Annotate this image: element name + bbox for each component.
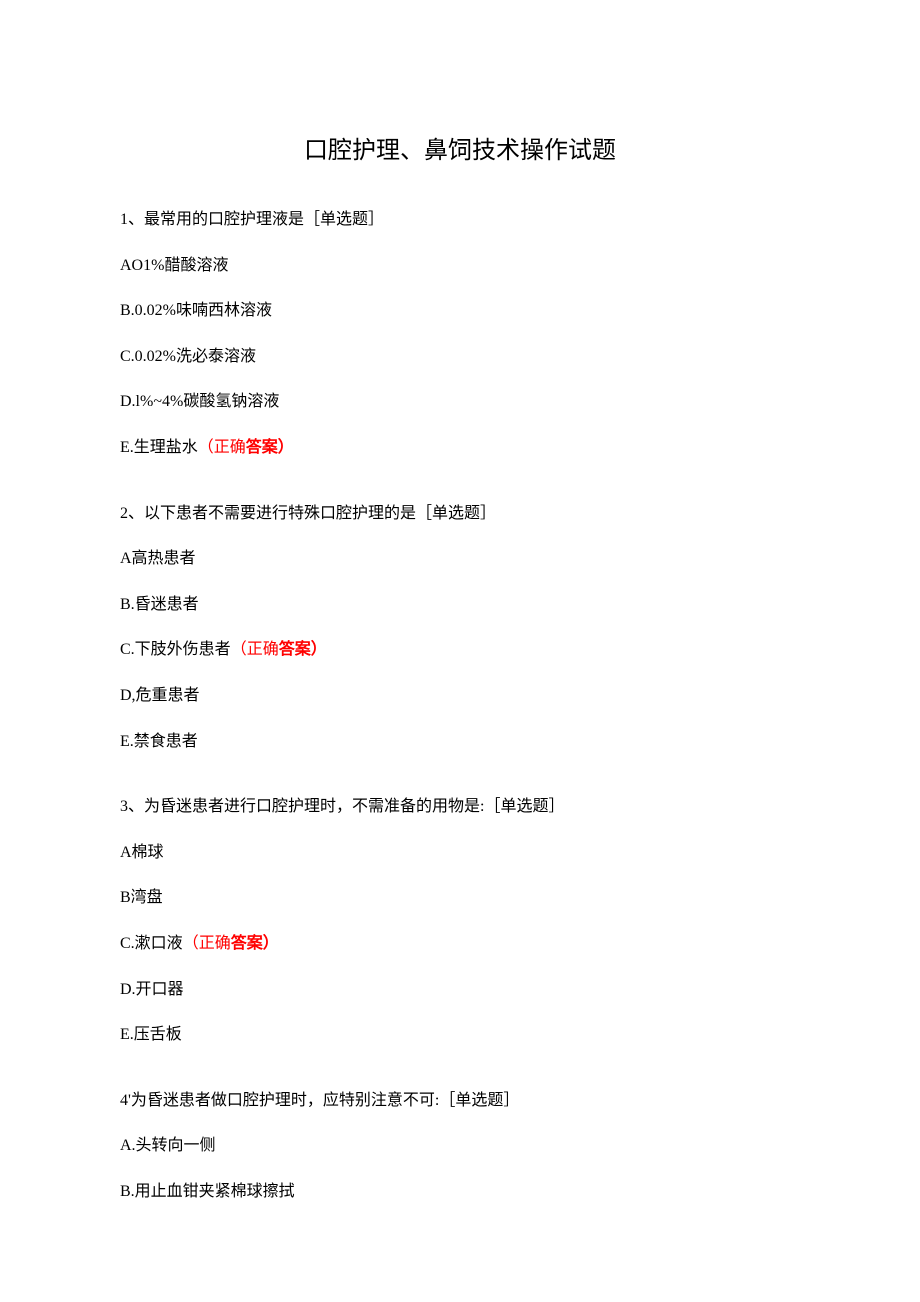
correct-prefix: （正确: [198, 439, 246, 456]
option-text: D.开口器: [120, 981, 184, 998]
option: C.0.02%洗必泰溶液: [120, 344, 800, 370]
option-text: A棉球: [120, 844, 164, 861]
option: C.下肢外伤患者（正确答案）: [120, 637, 800, 663]
option-text: D,危重患者: [120, 687, 200, 704]
option-text: A高热患者: [120, 550, 196, 567]
question-text: 3、为昏迷患者进行口腔护理时，不需准备的用物是:［单选题］: [120, 794, 800, 820]
option: B.用止血钳夹紧棉球擦拭: [120, 1179, 800, 1205]
question-text: 4'为昏迷患者做口腔护理时，应特别注意不可:［单选题］: [120, 1088, 800, 1114]
option-text: E.禁食患者: [120, 733, 198, 750]
option: B.昏迷患者: [120, 592, 800, 618]
option: A高热患者: [120, 546, 800, 572]
correct-prefix: （正确: [183, 935, 231, 952]
option-text: B.用止血钳夹紧棉球擦拭: [120, 1183, 295, 1200]
option: A棉球: [120, 840, 800, 866]
correct-prefix: （正确: [231, 641, 279, 658]
option: B.0.02%味喃西林溶液: [120, 298, 800, 324]
correct-answer: （正确答案）: [198, 439, 294, 456]
option-text: C.漱口液: [120, 935, 183, 952]
option-text: C.下肢外伤患者: [120, 641, 231, 658]
page-title: 口腔护理、鼻饲技术操作试题: [120, 130, 800, 165]
option-text: C.0.02%洗必泰溶液: [120, 348, 256, 365]
option-text: B湾盘: [120, 889, 163, 906]
option: E.生理盐水（正确答案）: [120, 435, 800, 461]
option-text: A.头转向一侧: [120, 1137, 216, 1154]
option: C.漱口液（正确答案）: [120, 931, 800, 957]
correct-answer: （正确答案）: [183, 935, 279, 952]
correct-answer: （正确答案）: [231, 641, 327, 658]
option: B湾盘: [120, 885, 800, 911]
option: A.头转向一侧: [120, 1133, 800, 1159]
option: AO1%醋酸溶液: [120, 253, 800, 279]
option: E.压舌板: [120, 1022, 800, 1048]
option-text: B.0.02%味喃西林溶液: [120, 302, 272, 319]
option-text: AO1%醋酸溶液: [120, 257, 228, 274]
correct-bold: 答案）: [246, 439, 294, 456]
option: D.开口器: [120, 977, 800, 1003]
question-text: 1、最常用的口腔护理液是［单选题］: [120, 207, 800, 233]
option: D,危重患者: [120, 683, 800, 709]
question-3: 3、为昏迷患者进行口腔护理时，不需准备的用物是:［单选题］ A棉球 B湾盘 C.…: [120, 794, 800, 1048]
option: E.禁食患者: [120, 729, 800, 755]
option-text: D.l%~4%碳酸氢钠溶液: [120, 393, 279, 410]
question-text: 2、以下患者不需要进行特殊口腔护理的是［单选题］: [120, 501, 800, 527]
option: D.l%~4%碳酸氢钠溶液: [120, 389, 800, 415]
option-text: B.昏迷患者: [120, 596, 199, 613]
question-2: 2、以下患者不需要进行特殊口腔护理的是［单选题］ A高热患者 B.昏迷患者 C.…: [120, 501, 800, 755]
question-1: 1、最常用的口腔护理液是［单选题］ AO1%醋酸溶液 B.0.02%味喃西林溶液…: [120, 207, 800, 461]
option-text: E.生理盐水: [120, 439, 198, 456]
correct-bold: 答案）: [279, 641, 327, 658]
correct-bold: 答案）: [231, 935, 279, 952]
option-text: E.压舌板: [120, 1026, 182, 1043]
question-4: 4'为昏迷患者做口腔护理时，应特别注意不可:［单选题］ A.头转向一侧 B.用止…: [120, 1088, 800, 1205]
